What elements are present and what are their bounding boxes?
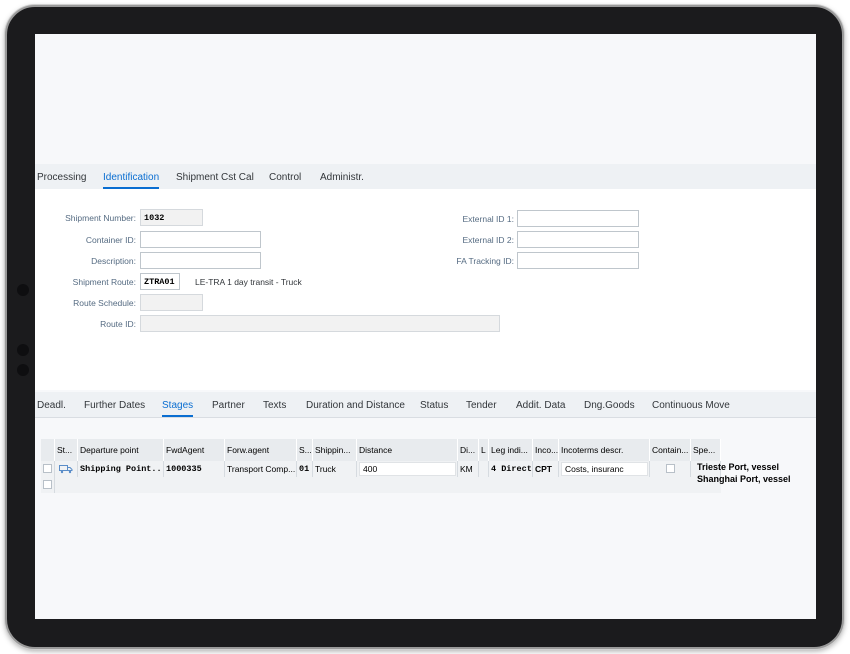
header-area: [35, 34, 816, 164]
column-header[interactable]: L: [479, 439, 489, 461]
route-note-1: Trieste Port, vessel: [697, 462, 780, 472]
tab-identification[interactable]: Identification: [103, 172, 160, 189]
tab-shipment-cost-calc[interactable]: Shipment Cst Cal: [176, 172, 254, 183]
tab-deadlines[interactable]: Deadl.: [37, 400, 66, 411]
column-header[interactable]: Incoterms descr.: [559, 439, 650, 461]
leg-indicator-cell[interactable]: 4 Direct...: [489, 461, 533, 477]
column-header[interactable]: Forw.agent: [225, 439, 297, 461]
tab-stages[interactable]: Stages: [162, 400, 194, 417]
shipping-type-cell[interactable]: Truck: [313, 461, 357, 477]
container-checkbox[interactable]: [666, 464, 675, 473]
route-note-2: Shanghai Port, vessel: [697, 474, 791, 484]
s-cell[interactable]: 01: [297, 461, 313, 477]
tab-administration[interactable]: Administr.: [320, 172, 364, 183]
container-id-label: Container ID:: [85, 235, 136, 245]
column-header[interactable]: Di...: [458, 439, 479, 461]
column-header[interactable]: S...: [297, 439, 313, 461]
status-cell: [55, 461, 78, 477]
forw-agent-name-cell[interactable]: Transport Comp...: [225, 461, 297, 477]
column-header[interactable]: Departure point: [78, 439, 164, 461]
shipment-route-description: LE-TRA 1 day transit - Truck: [195, 277, 302, 287]
route-schedule-field[interactable]: [140, 294, 203, 311]
incoterms-descr-cell[interactable]: Costs, insuranc: [559, 461, 650, 477]
column-header[interactable]: Shippin...: [313, 439, 357, 461]
tab-additional-data[interactable]: Addit. Data: [516, 400, 565, 411]
fwd-agent-cell[interactable]: 1000335: [164, 461, 225, 477]
external-id1-field[interactable]: [517, 210, 639, 227]
external-id2-label: External ID 2:: [462, 235, 515, 245]
side-button: [17, 344, 29, 356]
bottom-tabbar: Deadl. Further Dates Stages Partner Text…: [35, 392, 816, 418]
column-header[interactable]: Distance: [357, 439, 458, 461]
column-header[interactable]: Leg indi...: [489, 439, 533, 461]
distance-cell[interactable]: 400: [357, 461, 458, 477]
container-id-field[interactable]: [140, 231, 261, 248]
table-header: St... Departure point FwdAgent Forw.agen…: [41, 439, 721, 461]
tab-continuous-move[interactable]: Continuous Move: [652, 400, 730, 411]
external-id2-field[interactable]: [517, 231, 639, 248]
row-select-checkbox[interactable]: [43, 464, 52, 473]
tab-texts[interactable]: Texts: [263, 400, 286, 411]
shipment-route-field[interactable]: ZTRA01: [140, 273, 180, 290]
tab-further-dates[interactable]: Further Dates: [84, 400, 145, 411]
external-id1-label: External ID 1:: [462, 214, 515, 224]
shipment-number-field[interactable]: 1032: [140, 209, 203, 226]
distance-unit-cell[interactable]: KM: [458, 461, 479, 477]
side-button: [17, 284, 29, 296]
fa-tracking-field[interactable]: [517, 252, 639, 269]
table-row[interactable]: [41, 477, 721, 493]
tab-dangerous-goods[interactable]: Dng.Goods: [584, 400, 635, 411]
description-label: Description:: [91, 256, 136, 266]
tab-duration-distance[interactable]: Duration and Distance: [306, 400, 405, 411]
top-tabbar: Processing Identification Shipment Cst C…: [35, 164, 816, 190]
route-id-field[interactable]: [140, 315, 500, 332]
screen: Processing Identification Shipment Cst C…: [35, 34, 816, 619]
description-field[interactable]: [140, 252, 261, 269]
row-selector-header: [41, 439, 55, 461]
incoterms-cell[interactable]: CPT: [533, 461, 559, 477]
incoterms-descr-input[interactable]: Costs, insuranc: [561, 462, 648, 476]
departure-point-cell[interactable]: Shipping Point...: [78, 461, 164, 477]
column-header[interactable]: Spe...: [691, 439, 721, 461]
truck-icon: [59, 465, 73, 474]
column-header[interactable]: Contain...: [650, 439, 691, 461]
fa-tracking-label: FA Tracking ID:: [456, 256, 514, 266]
row-selector[interactable]: [41, 477, 55, 493]
container-cell[interactable]: [650, 461, 691, 477]
side-button: [17, 364, 29, 376]
route-id-label: Route ID:: [100, 319, 136, 329]
column-header[interactable]: Inco...: [533, 439, 559, 461]
shipment-number-label: Shipment Number:: [65, 213, 136, 223]
column-header[interactable]: FwdAgent: [164, 439, 225, 461]
tab-control[interactable]: Control: [269, 172, 301, 183]
distance-input[interactable]: 400: [359, 462, 456, 476]
table-row[interactable]: Shipping Point... 1000335 Transport Comp…: [41, 461, 721, 477]
row-selector[interactable]: [41, 461, 55, 477]
route-schedule-label: Route Schedule:: [73, 298, 136, 308]
tab-partner[interactable]: Partner: [212, 400, 245, 411]
row-select-checkbox[interactable]: [43, 480, 52, 489]
column-header[interactable]: St...: [55, 439, 78, 461]
shipment-route-label: Shipment Route:: [72, 277, 136, 287]
tab-status[interactable]: Status: [420, 400, 448, 411]
tab-tender[interactable]: Tender: [466, 400, 497, 411]
l-cell[interactable]: [479, 461, 489, 477]
empty-row[interactable]: [55, 477, 721, 493]
tab-processing[interactable]: Processing: [37, 172, 86, 183]
